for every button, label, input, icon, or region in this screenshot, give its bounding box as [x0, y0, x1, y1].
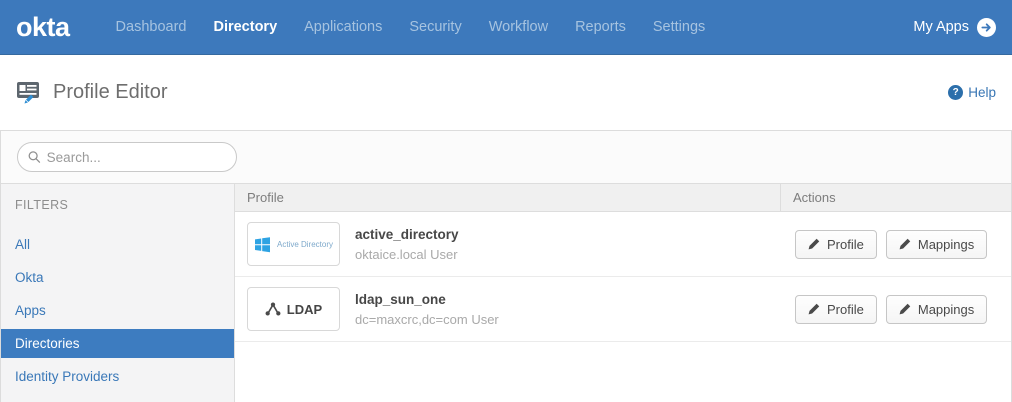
my-apps-button[interactable]: My Apps	[913, 18, 996, 37]
windows-icon	[254, 236, 271, 253]
nav-menu: Dashboard Directory Applications Securit…	[116, 19, 706, 35]
nav-item-reports[interactable]: Reports	[575, 19, 626, 35]
pencil-icon	[899, 303, 911, 315]
search-box[interactable]	[17, 142, 237, 172]
filters-sidebar: FILTERS All Okta Apps Directories Identi…	[1, 184, 235, 402]
row-profile-cell: Active Directory active_directory oktaic…	[235, 222, 780, 266]
search-row	[1, 131, 1011, 184]
okta-logo[interactable]: okta	[16, 12, 70, 43]
filter-item-okta[interactable]: Okta	[1, 263, 234, 292]
logo-label: Active Directory	[277, 240, 333, 249]
filter-item-identity-providers[interactable]: Identity Providers	[1, 362, 234, 391]
ldap-network-icon	[265, 302, 281, 316]
profile-subtitle: oktaice.local User	[355, 247, 459, 262]
pencil-icon	[808, 238, 820, 250]
row-text: ldap_sun_one dc=maxcrc,dc=com User	[355, 292, 499, 327]
top-nav: okta Dashboard Directory Applications Se…	[0, 0, 1012, 55]
help-label: Help	[968, 85, 996, 100]
table-header: Profile Actions	[235, 184, 1011, 212]
page-header: Profile Editor ? Help	[0, 55, 1012, 130]
help-question-icon: ?	[948, 85, 963, 100]
help-link[interactable]: ? Help	[948, 85, 996, 100]
search-input[interactable]	[47, 150, 226, 165]
row-actions-cell: Profile Mappings	[780, 230, 1011, 259]
pencil-icon	[899, 238, 911, 250]
profile-subtitle: dc=maxcrc,dc=com User	[355, 312, 499, 327]
pencil-icon	[808, 303, 820, 315]
nav-item-security[interactable]: Security	[409, 19, 461, 35]
arrow-right-icon	[977, 18, 996, 37]
search-icon	[28, 150, 41, 164]
nav-item-workflow[interactable]: Workflow	[489, 19, 548, 35]
table-row: Active Directory active_directory oktaic…	[235, 212, 1011, 277]
filter-item-apps[interactable]: Apps	[1, 296, 234, 325]
profile-editor-card-pencil-icon	[16, 80, 43, 105]
profile-editor-panel: FILTERS All Okta Apps Directories Identi…	[0, 130, 1012, 402]
table-row: LDAP ldap_sun_one dc=maxcrc,dc=com User …	[235, 277, 1011, 342]
column-header-profile: Profile	[235, 184, 780, 211]
column-header-actions: Actions	[780, 184, 1011, 211]
mappings-button[interactable]: Mappings	[886, 230, 987, 259]
ldap-logo: LDAP	[247, 287, 340, 331]
my-apps-label: My Apps	[913, 19, 969, 35]
profile-name: active_directory	[355, 227, 459, 242]
filter-item-directories[interactable]: Directories	[1, 329, 234, 358]
filter-item-all[interactable]: All	[1, 230, 234, 259]
nav-item-dashboard[interactable]: Dashboard	[116, 19, 187, 35]
page-title: Profile Editor	[53, 81, 168, 104]
mappings-button[interactable]: Mappings	[886, 295, 987, 324]
row-text: active_directory oktaice.local User	[355, 227, 459, 262]
profile-button[interactable]: Profile	[795, 295, 877, 324]
nav-item-directory[interactable]: Directory	[213, 19, 277, 35]
active-directory-logo: Active Directory	[247, 222, 340, 266]
filters-heading: FILTERS	[1, 198, 234, 230]
logo-label: LDAP	[287, 302, 322, 317]
profiles-table: Profile Actions Active Directory active_…	[235, 184, 1011, 402]
profile-button[interactable]: Profile	[795, 230, 877, 259]
nav-item-applications[interactable]: Applications	[304, 19, 382, 35]
profile-name: ldap_sun_one	[355, 292, 499, 307]
nav-item-settings[interactable]: Settings	[653, 19, 705, 35]
row-actions-cell: Profile Mappings	[780, 295, 1011, 324]
row-profile-cell: LDAP ldap_sun_one dc=maxcrc,dc=com User	[235, 287, 780, 331]
